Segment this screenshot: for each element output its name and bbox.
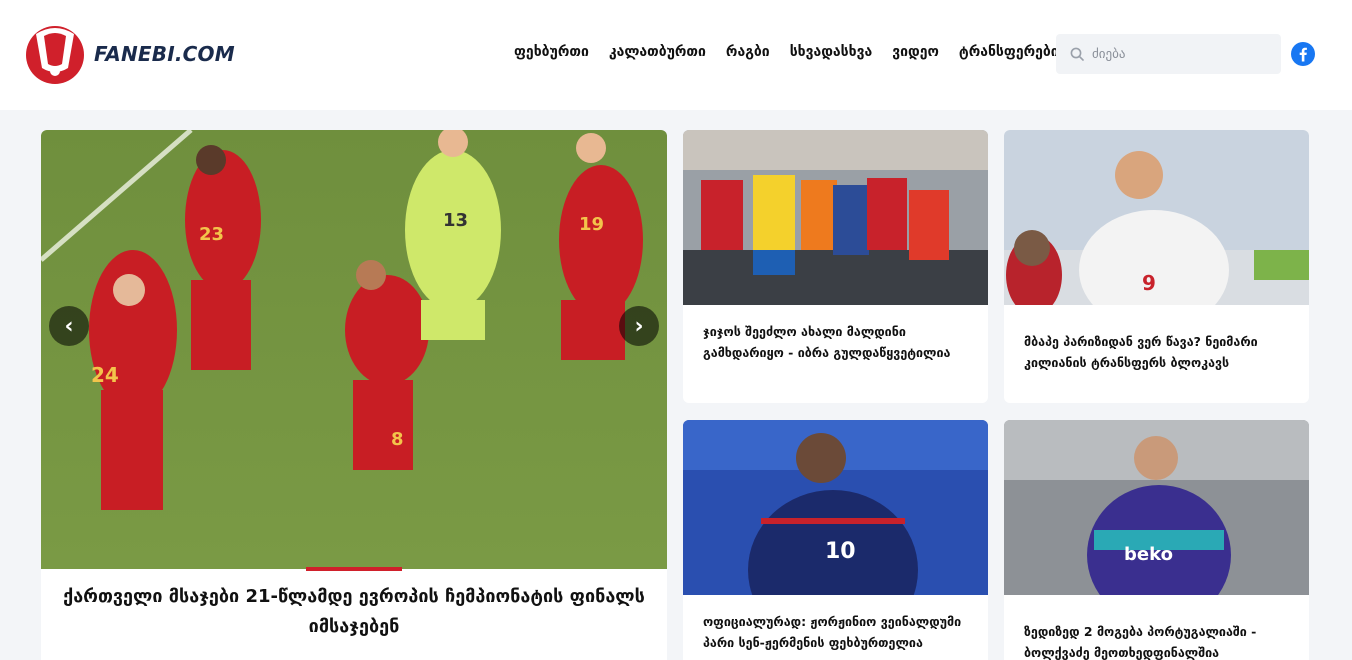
news-card-image: 10	[683, 420, 988, 595]
svg-text:13: 13	[443, 210, 468, 231]
facebook-icon[interactable]	[1291, 42, 1315, 66]
svg-text:10: 10	[825, 539, 856, 564]
fanebi-logo-icon	[26, 26, 84, 84]
news-card[interactable]: 10 ოფიციალურად: ჟორჟინიო ვეინალდუმი პარი…	[683, 420, 988, 660]
hero-title[interactable]: ქართველი მსაჯები 21-წლამდე ევროპის ჩემპი…	[41, 582, 667, 642]
svg-text:24: 24	[91, 363, 119, 387]
news-card-image: 9	[1004, 130, 1309, 305]
search-icon	[1070, 47, 1084, 61]
news-card-title[interactable]: ზედიზედ 2 მოგება პორტუგალიაში - ბოლქვაძე…	[1024, 622, 1294, 660]
main-nav: ფეხბურთი კალათბურთი რაგბი სხვადასხვა ვიდ…	[514, 44, 1059, 60]
nav-item-basketball[interactable]: კალათბურთი	[609, 44, 706, 60]
news-card-title[interactable]: ოფიციალურად: ჟორჟინიო ვეინალდუმი პარი სე…	[703, 612, 973, 653]
slider-active-indicator	[306, 567, 402, 571]
slider-next-button[interactable]: ›	[619, 306, 659, 346]
news-card[interactable]: ჯიჯოს შეეძლო ახალი მალდინი გამხდარიყო - …	[683, 130, 988, 403]
news-card[interactable]: 9 მბაპე პარიზიდან ვერ წავა? ნეიმარი კილი…	[1004, 130, 1309, 403]
hero-slider[interactable]: 24 23 8 13 19 ‹ › ქართველი მსაჯები 21-წლ…	[41, 130, 667, 660]
nav-item-video[interactable]: ვიდეო	[892, 44, 939, 60]
nav-item-football[interactable]: ფეხბურთი	[514, 44, 589, 60]
site-logo-text: FANEBI.COM	[94, 42, 235, 66]
nav-item-rugby[interactable]: რაგბი	[726, 44, 770, 60]
news-card[interactable]: beko ზედიზედ 2 მოგება პორტუგალიაში - ბოლ…	[1004, 420, 1309, 660]
svg-text:23: 23	[199, 224, 224, 245]
search-box	[1056, 34, 1281, 74]
svg-text:9: 9	[1142, 271, 1156, 295]
site-header: FANEBI.COM ფეხბურთი კალათბურთი რაგბი სხვ…	[0, 0, 1352, 110]
site-logo[interactable]: FANEBI.COM	[24, 24, 235, 84]
svg-text:8: 8	[391, 429, 404, 450]
hero-image: 24 23 8 13 19	[41, 130, 667, 569]
svg-text:beko: beko	[1124, 544, 1173, 565]
search-input[interactable]	[1092, 46, 1272, 62]
svg-text:19: 19	[579, 214, 604, 235]
news-card-title[interactable]: ჯიჯოს შეეძლო ახალი მალდინი გამხდარიყო - …	[703, 322, 973, 363]
nav-item-other[interactable]: სხვადასხვა	[790, 44, 873, 60]
news-card-title[interactable]: მბაპე პარიზიდან ვერ წავა? ნეიმარი კილიან…	[1024, 332, 1294, 373]
slider-prev-button[interactable]: ‹	[49, 306, 89, 346]
news-card-image: beko	[1004, 420, 1309, 595]
nav-item-transfers[interactable]: ტრანსფერები	[959, 44, 1059, 60]
news-card-image	[683, 130, 988, 305]
